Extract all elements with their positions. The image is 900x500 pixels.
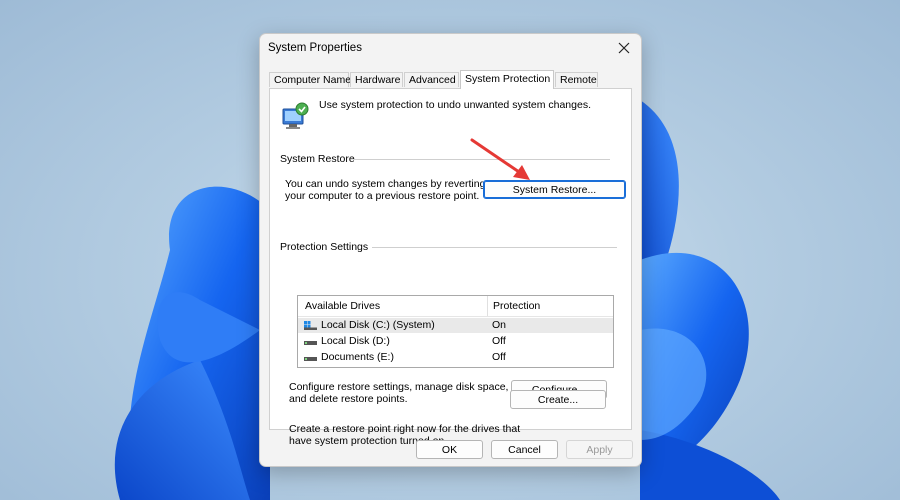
create-button[interactable]: Create... <box>510 390 606 409</box>
drive-protection-status: On <box>492 319 507 331</box>
group-divider <box>372 247 617 248</box>
drive-icon <box>304 357 317 361</box>
close-icon <box>618 42 630 54</box>
system-drive-icon <box>304 321 317 330</box>
column-separator[interactable] <box>487 296 488 316</box>
system-protection-icon <box>282 102 309 129</box>
system-restore-description-line1: You can undo system changes by reverting <box>285 178 486 190</box>
group-divider <box>354 159 610 160</box>
apply-button[interactable]: Apply <box>566 440 633 459</box>
tab-computer-name[interactable]: Computer Name <box>269 72 351 87</box>
system-restore-group-title: System Restore <box>280 153 359 165</box>
intro-text: Use system protection to undo unwanted s… <box>319 99 591 111</box>
tab-system-protection[interactable]: System Protection <box>460 70 554 89</box>
tab-advanced[interactable]: Advanced <box>404 72 459 87</box>
create-description-line1: Create a restore point right now for the… <box>289 423 521 435</box>
drive-name: Local Disk (C:) (System) <box>321 319 435 331</box>
cancel-button[interactable]: Cancel <box>491 440 558 459</box>
tab-remote[interactable]: Remote <box>555 72 598 87</box>
system-properties-dialog: System Properties Computer Name Hardware… <box>259 33 642 467</box>
configure-description-line2: and delete restore points. <box>289 393 408 405</box>
drive-row-c[interactable]: Local Disk (C:) (System) On <box>298 318 613 333</box>
drive-icon <box>304 341 317 345</box>
system-restore-description-line2: your computer to a previous restore poin… <box>285 190 480 202</box>
column-header-protection[interactable]: Protection <box>493 300 540 312</box>
ok-button[interactable]: OK <box>416 440 483 459</box>
configure-description-line1: Configure restore settings, manage disk … <box>289 381 509 393</box>
drive-name: Local Disk (D:) <box>321 335 390 347</box>
title-bar[interactable]: System Properties <box>260 34 641 64</box>
drive-protection-status: Off <box>492 351 506 363</box>
dialog-title: System Properties <box>268 42 362 54</box>
drive-protection-status: Off <box>492 335 506 347</box>
protection-settings-group-title: Protection Settings <box>280 241 373 253</box>
column-header-available-drives[interactable]: Available Drives <box>305 300 380 312</box>
drives-list-header: Available Drives Protection <box>298 296 613 317</box>
system-restore-button[interactable]: System Restore... <box>483 180 626 199</box>
drive-row-e[interactable]: Documents (E:) Off <box>298 350 613 365</box>
available-drives-list[interactable]: Available Drives Protection Local Disk (… <box>297 295 614 368</box>
drive-row-d[interactable]: Local Disk (D:) Off <box>298 334 613 349</box>
system-protection-panel: Use system protection to undo unwanted s… <box>269 88 632 447</box>
tab-hardware[interactable]: Hardware <box>350 72 403 87</box>
close-button[interactable] <box>613 38 635 58</box>
drive-name: Documents (E:) <box>321 351 394 363</box>
